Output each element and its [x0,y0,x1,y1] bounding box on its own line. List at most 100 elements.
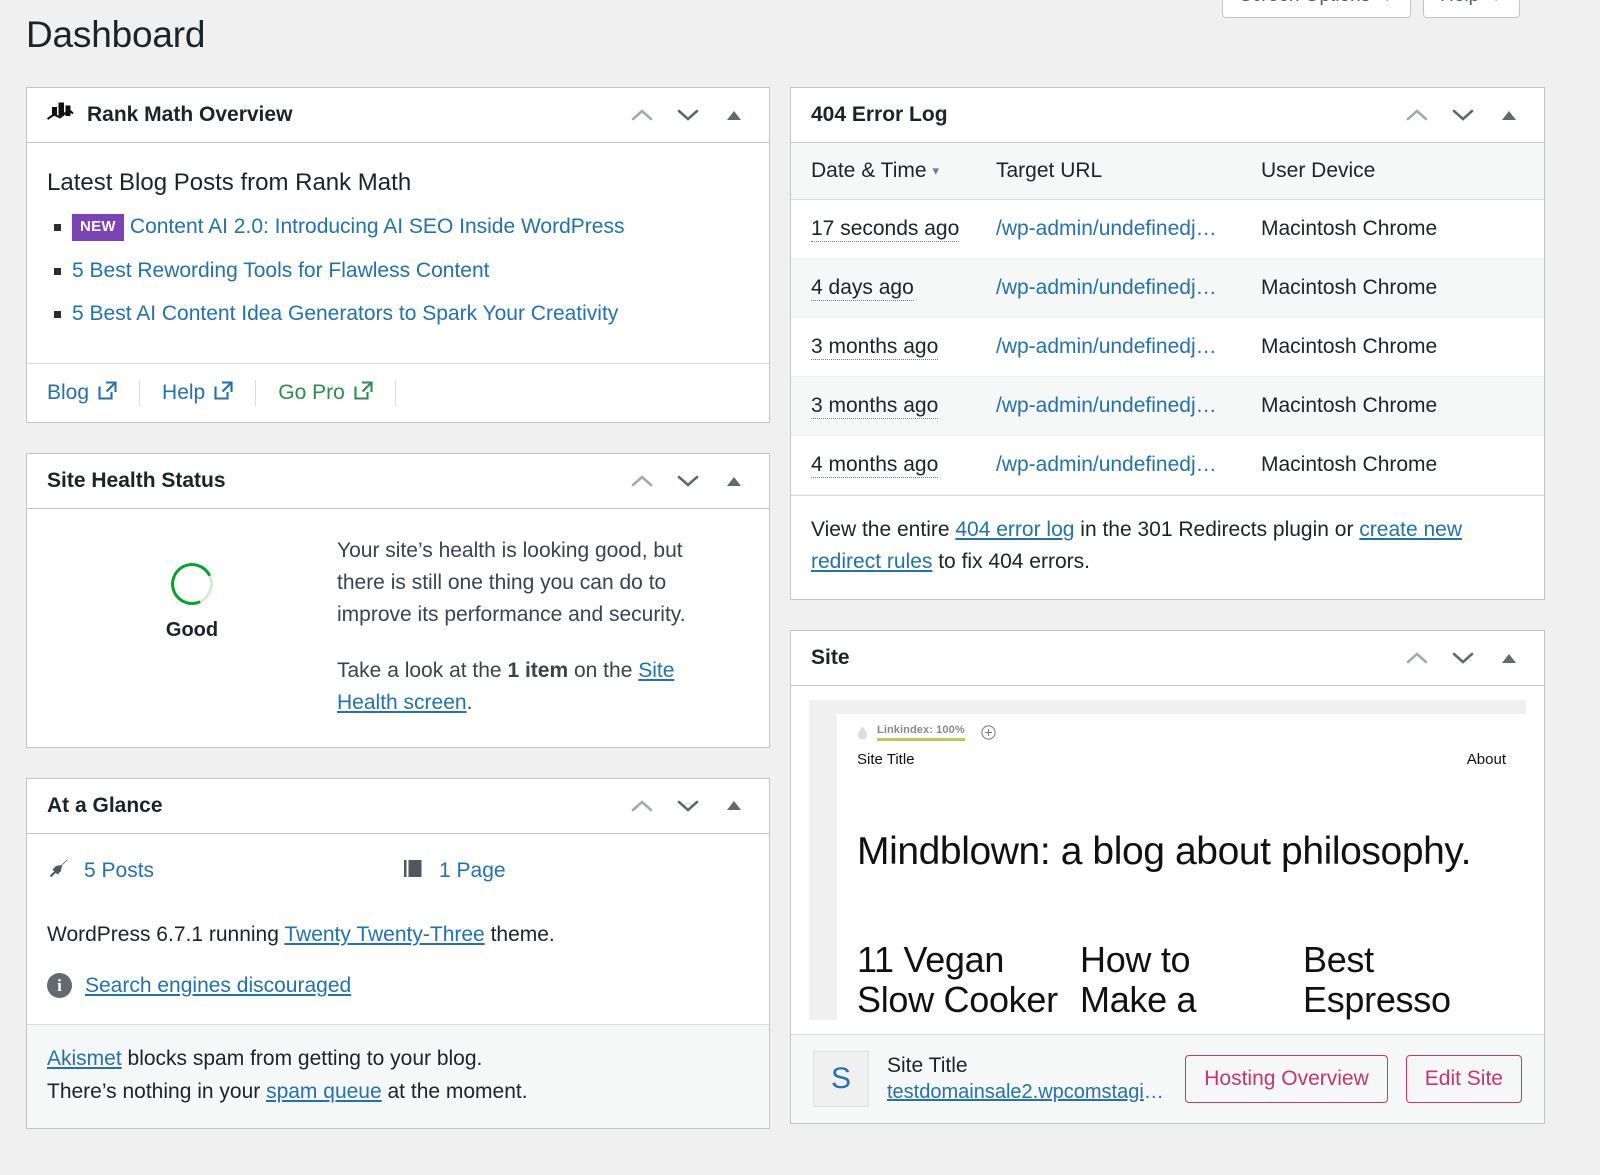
site-meta: Site Title testdomainsale2.wpcomstagin… [887,1054,1167,1104]
text-pre: Take a look at the [337,659,507,682]
site-preview-iframe[interactable]: Linkindex: 100% Site Title About Mindblo… [837,714,1526,1020]
site-health-gauge: Good [47,535,337,719]
preview-headline: Mindblown: a blog about philosophy. [857,768,1506,874]
footer-post: to fix 404 errors. [932,550,1090,573]
error-log-table: Date & Time ▾ Target URL User Device 17 s… [791,143,1544,495]
view-404-log-link[interactable]: 404 error log [955,518,1074,541]
edit-site-button[interactable]: Edit Site [1406,1055,1522,1103]
table-header-row: Date & Time ▾ Target URL User Device [791,143,1544,200]
table-head: Date & Time ▾ Target URL User Device [791,143,1544,200]
chevron-down-icon[interactable] [675,468,701,494]
cell-datetime: 4 months ago [791,436,996,495]
rank-math-body: Latest Blog Posts from Rank Math NEWCont… [27,143,769,363]
chevron-up-icon[interactable] [1404,102,1430,128]
target-url-link[interactable]: /wp-admin/undefinedj… [996,276,1217,299]
divider [395,380,396,406]
list-item: 5 Best AI Content Idea Generators to Spa… [47,300,749,327]
page-icon [402,856,426,886]
panel-title-row: Site [811,646,1404,670]
page-title: Dashboard [26,14,205,56]
hosting-overview-button[interactable]: Hosting Overview [1185,1055,1388,1103]
panel-title-row: At a Glance [47,794,629,818]
cell-user-device: Macintosh Chrome [1261,436,1544,495]
relative-time[interactable]: 3 months ago [811,335,938,360]
chevron-up-icon[interactable] [629,793,655,819]
panel-controls [629,102,755,128]
triangle-up-icon[interactable] [721,102,747,128]
version-post: theme. [485,923,555,946]
panel-header: At a Glance [27,779,769,834]
relative-time[interactable]: 4 days ago [811,276,914,301]
rank-math-blog-link[interactable]: Blog [47,381,139,406]
version-pre: WordPress 6.7.1 running [47,923,284,946]
list-item: 5 Best Rewording Tools for Flawless Cont… [47,257,749,284]
sort-caret-icon: ▾ [933,163,940,178]
external-link-icon [214,381,233,406]
site-url-link[interactable]: testdomainsale2.wpcomstagin… [887,1081,1167,1104]
info-icon: i [47,973,72,998]
cell-datetime: 4 days ago [791,259,996,318]
plus-circle-icon[interactable] [981,725,996,740]
water-drop-icon [857,726,868,740]
relative-time[interactable]: 3 months ago [811,394,938,419]
preview-post-title: How to Make a Mocha at [1080,940,1283,1020]
spam-queue-link[interactable]: spam queue [266,1080,382,1103]
chevron-up-icon[interactable] [629,468,655,494]
error-log-panel: 404 Error Log Date & Time ▾ Target URL [790,87,1545,600]
column-label: Date & Time [811,159,927,182]
panel-title: 404 Error Log [811,103,948,127]
rank-math-footer: Blog Help Go Pro [27,363,769,422]
chevron-down-icon[interactable] [1450,645,1476,671]
column-header-user-device[interactable]: User Device [1261,143,1544,200]
cell-target-url: /wp-admin/undefinedj… [996,377,1261,436]
help-button[interactable]: Help ▼ [1423,0,1520,18]
pages-count-link[interactable]: 1 Page [402,856,506,886]
chevron-down-icon[interactable] [1450,102,1476,128]
rank-math-post-link[interactable]: Content AI 2.0: Introducing AI SEO Insid… [130,215,625,238]
posts-count-link[interactable]: 5 Posts [47,856,402,886]
search-engines-discouraged-link[interactable]: Search engines discouraged [85,974,351,998]
wordpress-version-line: WordPress 6.7.1 running Twenty Twenty-Th… [47,920,749,949]
health-ring-icon [165,557,219,611]
screen-options-button[interactable]: Screen Options ▼ [1222,0,1411,18]
column-header-target-url[interactable]: Target URL [996,143,1261,200]
target-url-link[interactable]: /wp-admin/undefinedj… [996,394,1217,417]
column-header-datetime[interactable]: Date & Time ▾ [791,143,996,200]
external-link-icon [354,381,373,406]
chevron-down-icon[interactable] [675,102,701,128]
chevron-up-icon[interactable] [1404,645,1430,671]
panel-header: Rank Math Overview [27,88,769,143]
triangle-up-icon[interactable] [721,793,747,819]
relative-time[interactable]: 4 months ago [811,453,938,478]
rank-math-post-link[interactable]: 5 Best AI Content Idea Generators to Spa… [72,302,618,325]
dashboard-column-right: 404 Error Log Date & Time ▾ Target URL [790,87,1545,1154]
theme-link[interactable]: Twenty Twenty-Three [284,923,484,946]
rank-math-go-pro-link[interactable]: Go Pro [278,381,395,406]
site-preview-frame-outer[interactable]: Linkindex: 100% Site Title About Mindblo… [809,700,1526,1020]
table-body: 17 seconds ago /wp-admin/undefinedj… Mac… [791,200,1544,495]
target-url-link[interactable]: /wp-admin/undefinedj… [996,217,1217,240]
site-panel: Site [790,630,1545,1124]
triangle-up-icon[interactable] [721,468,747,494]
panel-title: At a Glance [47,794,163,818]
rank-math-help-link[interactable]: Help [162,381,255,406]
at-a-glance-body: 5 Posts 1 Page WordPress 6.7.1 running T… [27,834,769,1024]
panel-title: Site [811,646,850,670]
akismet-link[interactable]: Akismet [47,1047,122,1070]
rank-math-post-list: NEWContent AI 2.0: Introducing AI SEO In… [47,213,749,327]
column-label: Target URL [996,159,1102,182]
footer-pre: View the entire [811,518,955,541]
chevron-down-icon[interactable] [675,793,701,819]
triangle-up-icon[interactable] [1496,645,1522,671]
target-url-link[interactable]: /wp-admin/undefinedj… [996,453,1217,476]
rank-math-post-link[interactable]: 5 Best Rewording Tools for Flawless Cont… [72,259,489,282]
triangle-up-icon[interactable] [1496,102,1522,128]
site-health-body: Good Your site’s health is looking good,… [27,509,769,747]
akismet-footer: Akismet blocks spam from getting to your… [27,1024,769,1128]
chevron-up-icon[interactable] [629,102,655,128]
health-paragraph: Your site’s health is looking good, but … [337,535,733,631]
preview-about-link[interactable]: About [1467,751,1506,768]
relative-time[interactable]: 17 seconds ago [811,217,959,242]
akismet-text: blocks spam from getting to your blog. [122,1047,483,1070]
target-url-link[interactable]: /wp-admin/undefinedj… [996,335,1217,358]
